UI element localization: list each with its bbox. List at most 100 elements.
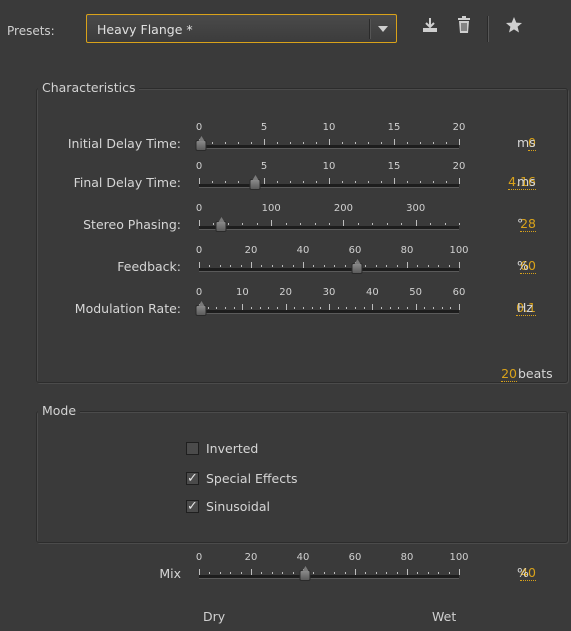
minor-tick [420, 142, 421, 144]
minor-tick [329, 307, 330, 309]
minor-tick [209, 572, 211, 574]
tick-label: 300 [406, 203, 426, 214]
tick-label: 20 [244, 552, 258, 563]
minor-tick [407, 181, 408, 183]
minor-tick [438, 572, 440, 574]
minor-tick [389, 307, 391, 309]
minor-tick [230, 572, 232, 574]
minor-tick [271, 265, 273, 267]
minor-tick [251, 265, 252, 267]
minor-tick [346, 307, 348, 309]
mix-label: Mix [159, 566, 181, 581]
mode-group [36, 411, 568, 543]
checkmark-icon[interactable]: ✓ [186, 472, 199, 485]
minor-tick [407, 307, 408, 309]
tick-label: 0 [195, 122, 203, 133]
minor-tick [446, 181, 447, 183]
preset-selected-value: Heavy Flange * [97, 22, 193, 37]
minor-tick [199, 223, 200, 225]
minor-tick [233, 307, 235, 309]
minor-tick [448, 265, 450, 267]
minor-tick [329, 223, 330, 225]
minor-tick [199, 265, 200, 267]
tick-label: 60 [348, 245, 362, 256]
initial-delay-time-slider-thumb[interactable] [195, 136, 207, 151]
minor-tick [357, 223, 359, 225]
tick-label: 100 [261, 203, 281, 214]
minor-tick [240, 265, 242, 267]
mix-slider-thumb[interactable] [299, 566, 311, 581]
beats-value[interactable]: 20 [501, 367, 517, 382]
minor-tick [396, 572, 398, 574]
minor-tick [407, 142, 408, 144]
feedback-slider-track[interactable] [199, 268, 459, 272]
minor-tick [363, 307, 365, 309]
mix-slider-track[interactable] [199, 575, 459, 579]
tick-label: 10 [235, 287, 249, 298]
minor-tick [290, 142, 291, 144]
minor-tick [438, 265, 440, 267]
minor-tick [316, 142, 317, 144]
preset-dropdown[interactable]: Heavy Flange * [86, 14, 397, 43]
minor-tick [433, 181, 434, 183]
final-delay-time-unit: ms [517, 174, 536, 189]
minor-tick [277, 181, 278, 183]
checkbox-label: Sinusoidal [206, 499, 270, 514]
minor-tick [334, 265, 336, 267]
save-preset-icon[interactable] [421, 16, 439, 39]
minor-tick [448, 572, 450, 574]
beats-unit: beats [518, 366, 553, 381]
minor-tick [313, 572, 315, 574]
minor-tick [213, 223, 215, 225]
minor-tick [238, 142, 239, 144]
presets-label: Presets: [7, 24, 55, 38]
delete-preset-icon[interactable] [456, 16, 472, 39]
tick-label: 0 [195, 287, 203, 298]
tick-label: 100 [449, 245, 469, 256]
minor-tick [459, 307, 460, 309]
tick-label: 80 [400, 552, 414, 563]
minor-tick [264, 181, 265, 183]
tick-label: 0 [195, 161, 203, 172]
tick-label: 0 [195, 245, 203, 256]
tick-label: 10 [322, 161, 336, 172]
minor-tick [277, 142, 278, 144]
minor-tick [207, 307, 209, 309]
minor-tick [242, 307, 244, 309]
characteristics-group [36, 88, 568, 383]
minor-tick [337, 307, 339, 309]
minor-tick [294, 307, 296, 309]
checkmark-icon[interactable]: ✓ [186, 500, 199, 513]
tick-label: 0 [195, 552, 203, 563]
minor-tick [303, 265, 304, 267]
checkbox-inverted-box[interactable] [186, 442, 199, 455]
minor-tick [199, 572, 200, 574]
minor-tick [415, 223, 417, 225]
minor-tick [199, 181, 200, 183]
initial-delay-time-slider-track[interactable] [199, 145, 459, 149]
minor-tick [342, 181, 343, 183]
dry-label: Dry [203, 609, 226, 624]
minor-tick [430, 223, 432, 225]
stereo-phasing-slider-thumb[interactable] [215, 217, 227, 232]
minor-tick [342, 142, 343, 144]
favorite-star-icon[interactable] [505, 16, 523, 39]
stereo-phasing-slider-track[interactable] [199, 226, 459, 230]
characteristics-title: Characteristics [38, 80, 140, 95]
minor-tick [313, 265, 315, 267]
modulation-rate-slider-track[interactable] [199, 310, 459, 314]
minor-tick [365, 572, 367, 574]
feedback-slider-thumb[interactable] [351, 259, 363, 274]
final-delay-time-slider-thumb[interactable] [249, 175, 261, 190]
chevron-down-icon[interactable] [378, 26, 388, 32]
minor-tick [216, 307, 218, 309]
minor-tick [225, 307, 226, 309]
minor-tick [386, 572, 388, 574]
minor-tick [355, 572, 356, 574]
minor-tick [316, 181, 317, 183]
final-delay-time-slider-track[interactable] [199, 184, 459, 188]
modulation-rate-slider-thumb[interactable] [195, 301, 207, 316]
minor-tick [282, 265, 284, 267]
tick-label: 30 [322, 287, 336, 298]
final-delay-time-label: Final Delay Time: [73, 175, 181, 190]
